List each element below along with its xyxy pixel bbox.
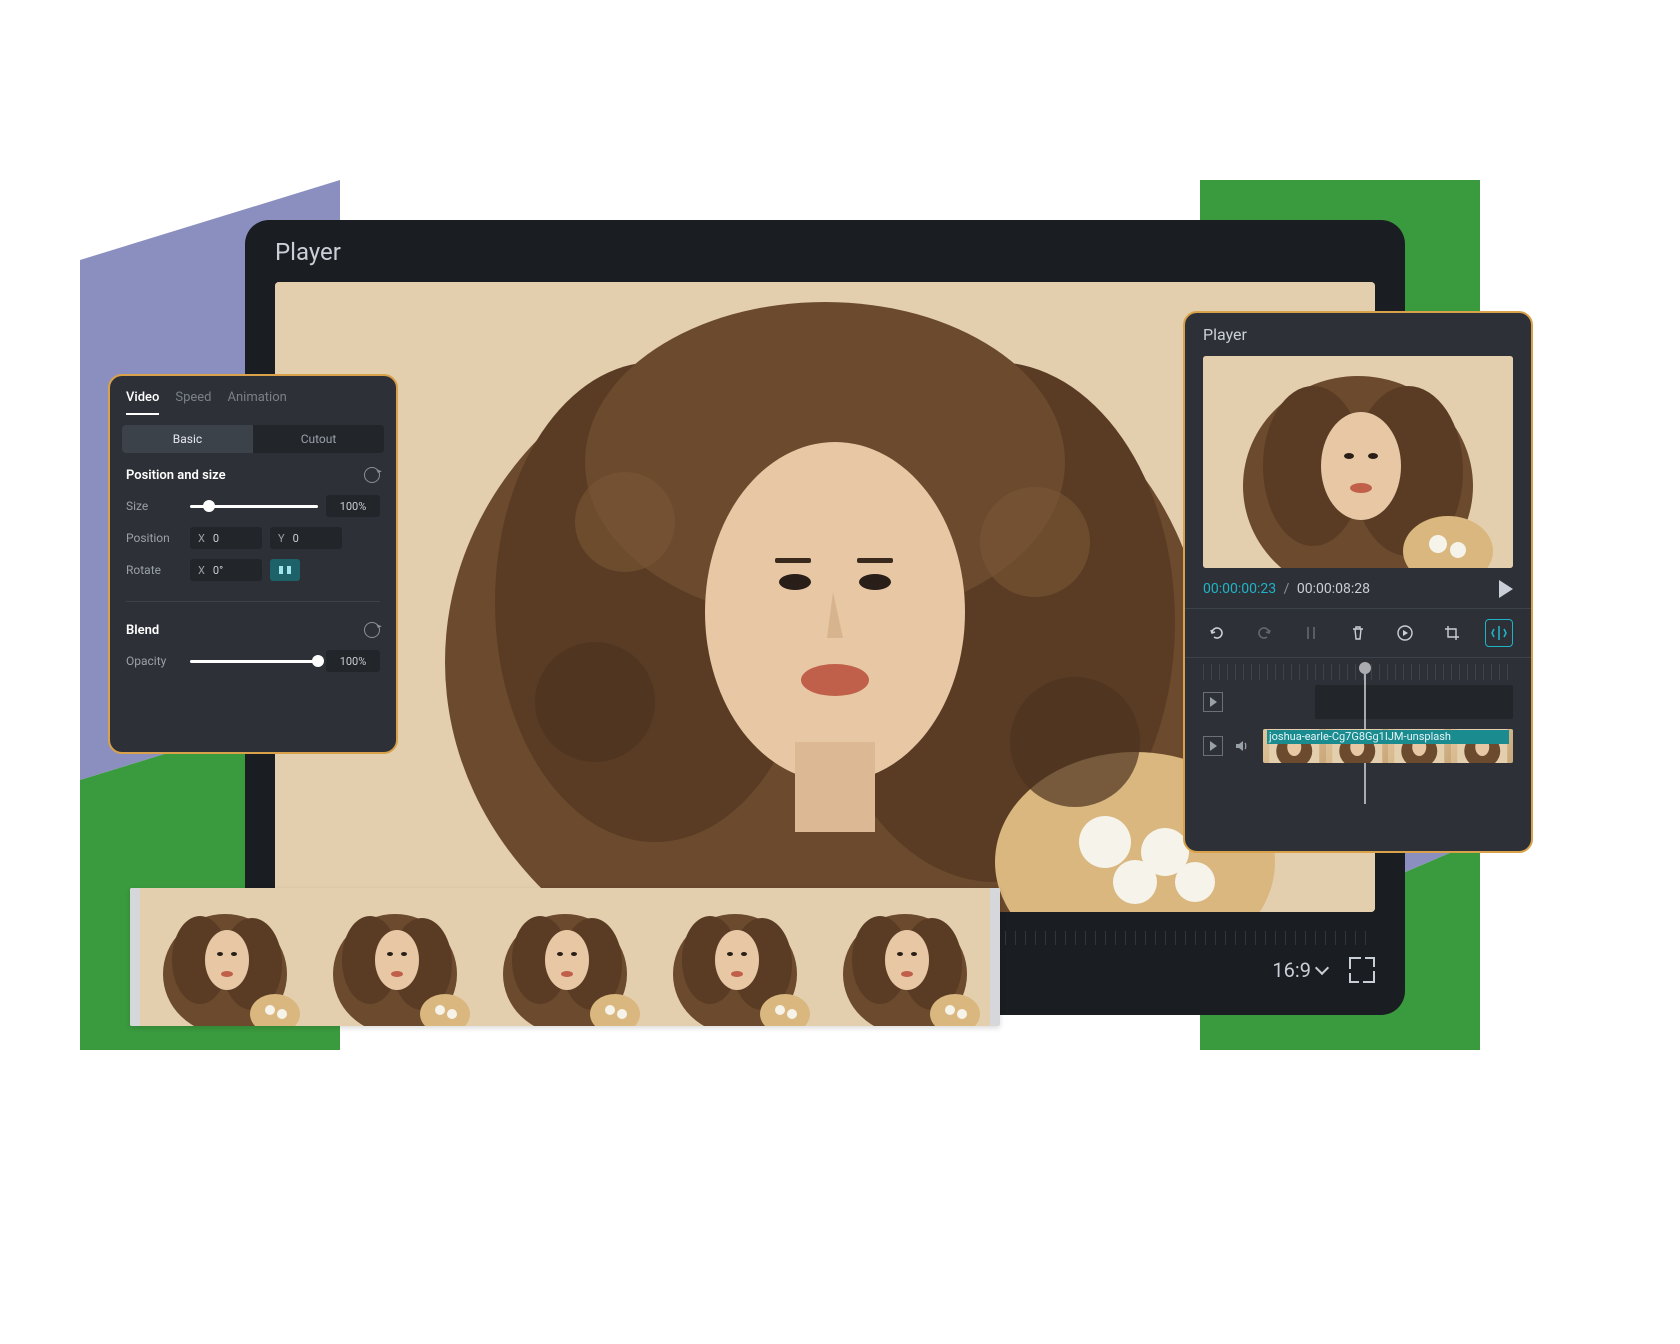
mini-clip[interactable]: joshua-earle-Cg7G8Gg1IJM-unsplash — [1263, 729, 1513, 763]
props-tabs: Video Speed Animation — [110, 376, 396, 415]
filmstrip-frame — [310, 888, 480, 1026]
tab-video[interactable]: Video — [126, 390, 159, 415]
filmstrip-frame — [650, 888, 820, 1026]
section-position-size: Position and size Size 100% Position X 0… — [110, 453, 396, 595]
properties-panel: Video Speed Animation Basic Cutout Posit… — [108, 374, 398, 754]
redo-icon[interactable] — [1250, 619, 1278, 647]
position-x-input[interactable]: X 0 — [190, 527, 262, 549]
clip-filename: joshua-earle-Cg7G8Gg1IJM-unsplash — [1267, 730, 1509, 744]
preview-icon[interactable] — [1391, 619, 1419, 647]
tab-speed[interactable]: Speed — [175, 390, 211, 415]
mini-track-row-2: joshua-earle-Cg7G8Gg1IJM-unsplash — [1185, 724, 1531, 768]
reset-position-icon[interactable] — [364, 467, 380, 483]
props-subtabs: Basic Cutout — [122, 425, 384, 453]
mini-preview-area[interactable] — [1203, 356, 1513, 568]
section-title-position: Position and size — [126, 468, 226, 483]
filmstrip-frame — [140, 888, 310, 1026]
mirror-icon[interactable] — [1485, 619, 1513, 647]
flip-button[interactable] — [270, 559, 300, 581]
subtab-cutout[interactable]: Cutout — [253, 425, 384, 453]
position-label: Position — [126, 531, 182, 545]
subtab-basic[interactable]: Basic — [122, 425, 253, 453]
reset-blend-icon[interactable] — [364, 622, 380, 638]
main-player-title: Player — [245, 220, 1405, 276]
rotate-label: Rotate — [126, 563, 182, 577]
mini-track-row-1 — [1185, 680, 1531, 724]
opacity-slider[interactable] — [190, 660, 318, 663]
mini-player-panel: Player 00:00:00:23 / 00:00:08:28 — [1183, 311, 1533, 853]
undo-icon[interactable] — [1203, 619, 1231, 647]
aspect-ratio-selector[interactable]: 16:9 — [1272, 958, 1327, 982]
play-button[interactable] — [1499, 580, 1513, 598]
mini-ruler[interactable] — [1203, 664, 1513, 680]
split-icon[interactable] — [1297, 619, 1325, 647]
size-label: Size — [126, 499, 182, 513]
filmstrip-handle-right[interactable] — [990, 888, 1000, 1026]
opacity-value[interactable]: 100% — [326, 650, 380, 672]
opacity-label: Opacity — [126, 654, 182, 668]
section-title-blend: Blend — [126, 623, 159, 638]
delete-icon[interactable] — [1344, 619, 1372, 647]
track-visibility-toggle-2[interactable] — [1203, 736, 1223, 756]
mini-timecode-row: 00:00:00:23 / 00:00:08:28 — [1185, 568, 1531, 608]
size-slider[interactable] — [190, 505, 318, 508]
filmstrip-frame — [820, 888, 990, 1026]
mini-timeline: joshua-earle-Cg7G8Gg1IJM-unsplash — [1185, 664, 1531, 768]
filmstrip-handle-left[interactable] — [130, 888, 140, 1026]
mini-total-time: 00:00:08:28 — [1297, 581, 1370, 597]
rotate-x-input[interactable]: X 0° — [190, 559, 262, 581]
mini-current-time: 00:00:00:23 — [1203, 581, 1276, 597]
mini-toolbar — [1185, 609, 1531, 657]
mini-player-title: Player — [1185, 313, 1531, 356]
tab-animation[interactable]: Animation — [228, 390, 287, 415]
crop-icon[interactable] — [1438, 619, 1466, 647]
filmstrip-frame — [480, 888, 650, 1026]
volume-icon[interactable] — [1233, 736, 1253, 756]
section-blend: Blend Opacity 100% — [110, 608, 396, 686]
position-y-input[interactable]: Y 0 — [270, 527, 342, 549]
mini-preview-image — [1203, 356, 1513, 568]
filmstrip[interactable] — [130, 888, 1000, 1026]
track-visibility-toggle-1[interactable] — [1203, 692, 1223, 712]
size-value[interactable]: 100% — [326, 495, 380, 517]
mini-track-1[interactable] — [1315, 685, 1513, 719]
fullscreen-button[interactable] — [1349, 957, 1375, 983]
chevron-down-icon — [1315, 961, 1329, 975]
